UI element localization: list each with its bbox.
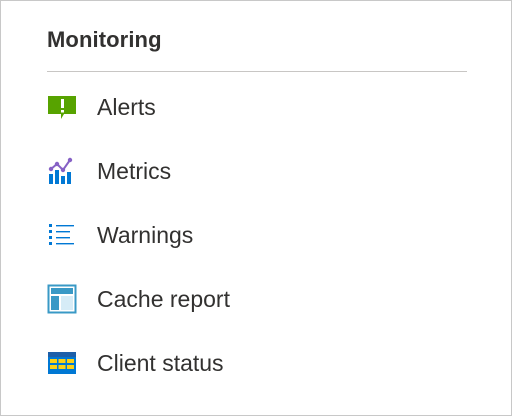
divider [47,71,467,72]
report-icon [47,284,77,314]
menu-item-warnings[interactable]: Warnings [47,213,467,257]
menu-item-alerts[interactable]: Alerts [47,85,467,129]
menu-item-metrics[interactable]: Metrics [47,149,467,193]
monitoring-panel: Monitoring Alerts Metrics Warnings Cache… [0,0,512,416]
section-title: Monitoring [47,27,162,52]
menu-item-client-status[interactable]: Client status [47,341,467,385]
menu-item-label: Warnings [97,221,194,248]
grid-table-icon [47,348,77,378]
menu-item-label: Client status [97,349,224,376]
menu-item-label: Metrics [97,157,172,184]
menu-item-label: Cache report [97,285,230,312]
alert-icon [47,92,77,122]
menu-item-label: Alerts [97,93,156,120]
menu-item-cache-report[interactable]: Cache report [47,277,467,321]
list-icon [47,220,77,250]
metrics-chart-icon [47,156,77,186]
